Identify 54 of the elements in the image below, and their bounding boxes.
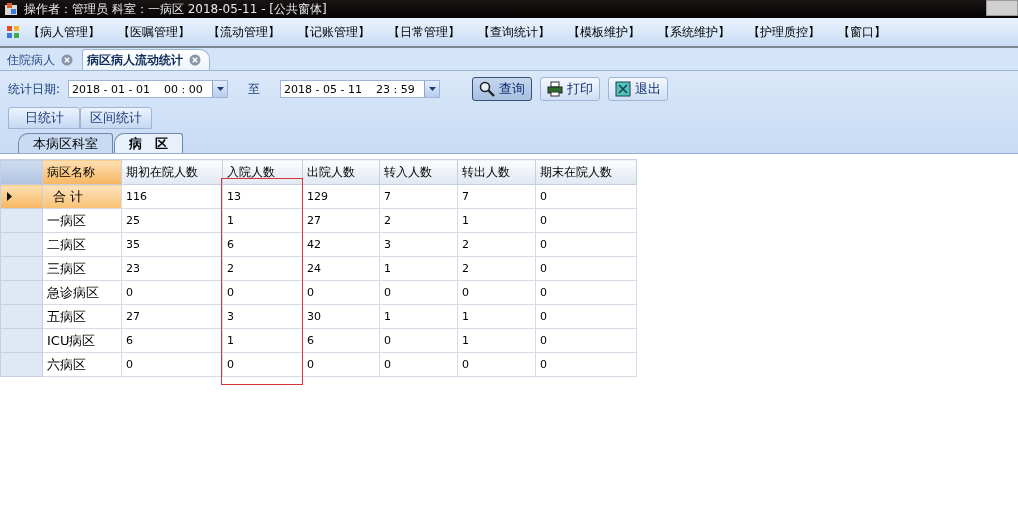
column-header[interactable]: 转入人数	[379, 159, 458, 185]
date-field[interactable]: 2018 - 05 - 11 23 : 59	[280, 80, 441, 98]
date-field[interactable]: 2018 - 01 - 01 00 : 00	[68, 80, 229, 98]
menu-item[interactable]: 【系统维护】	[650, 23, 740, 41]
search-icon	[479, 81, 496, 97]
app-icon	[4, 2, 18, 16]
dropdown-button[interactable]	[212, 81, 228, 97]
row-header[interactable]	[0, 184, 43, 209]
caret-icon	[428, 87, 436, 91]
sheet-tab[interactable]: 本病区科室	[18, 133, 113, 153]
document-tab[interactable]: 住院病人	[2, 49, 82, 70]
table-cell: 0	[535, 304, 637, 329]
column-header[interactable]: 出院人数	[302, 159, 380, 185]
menu-item[interactable]: 【病人管理】	[20, 23, 110, 41]
window-control-button[interactable]	[986, 0, 1018, 16]
date-label: 统计日期:	[8, 80, 61, 98]
document-tab[interactable]: 病区病人流动统计	[82, 49, 210, 70]
caret-icon	[216, 87, 224, 91]
menu-item[interactable]: 【护理质控】	[740, 23, 830, 41]
window-title: 操作者：管理员 科室：一病区 2018-05-11 - [公共窗体]	[24, 0, 328, 18]
table-cell: 0	[535, 232, 637, 257]
column-header[interactable]: 转出人数	[457, 159, 536, 185]
exit-button[interactable]: 退出	[608, 77, 669, 101]
column-header[interactable]: 病区名称	[42, 159, 122, 185]
table-cell: 0	[535, 328, 637, 353]
close-icon	[615, 81, 632, 97]
menu-item[interactable]: 【日常管理】	[380, 23, 470, 41]
printer-icon	[547, 81, 564, 97]
menu-item[interactable]: 【查询统计】	[470, 23, 560, 41]
table-cell: 0	[535, 352, 637, 377]
print-button[interactable]: 打印	[540, 77, 601, 101]
search-button[interactable]: 查询	[472, 77, 533, 101]
app-icon	[6, 25, 20, 39]
table-cell: 0	[535, 280, 637, 305]
row-pointer-icon	[7, 191, 12, 201]
menu-item[interactable]: 【流动管理】	[200, 23, 290, 41]
table-cell: 0	[535, 256, 637, 281]
table-cell: 0	[535, 208, 637, 233]
close-icon[interactable]	[61, 54, 73, 66]
sheet-tab[interactable]: 病 区	[114, 133, 183, 153]
table-cell: 0	[535, 184, 637, 209]
close-icon[interactable]	[189, 54, 201, 66]
column-header[interactable]: 期末在院人数	[535, 159, 637, 185]
grid-corner	[0, 159, 43, 185]
menu-item[interactable]: 【窗口】	[830, 23, 920, 41]
menu-item[interactable]: 【记账管理】	[290, 23, 380, 41]
mode-button[interactable]: 日统计	[8, 107, 80, 129]
menu-item[interactable]: 【医嘱管理】	[110, 23, 200, 41]
mode-button[interactable]: 区间统计	[80, 107, 152, 129]
column-header[interactable]: 入院人数	[222, 159, 303, 185]
menu-item[interactable]: 【模板维护】	[560, 23, 650, 41]
dropdown-button[interactable]	[424, 81, 440, 97]
column-header[interactable]: 期初在院人数	[121, 159, 223, 185]
to-label: 至	[248, 80, 261, 98]
